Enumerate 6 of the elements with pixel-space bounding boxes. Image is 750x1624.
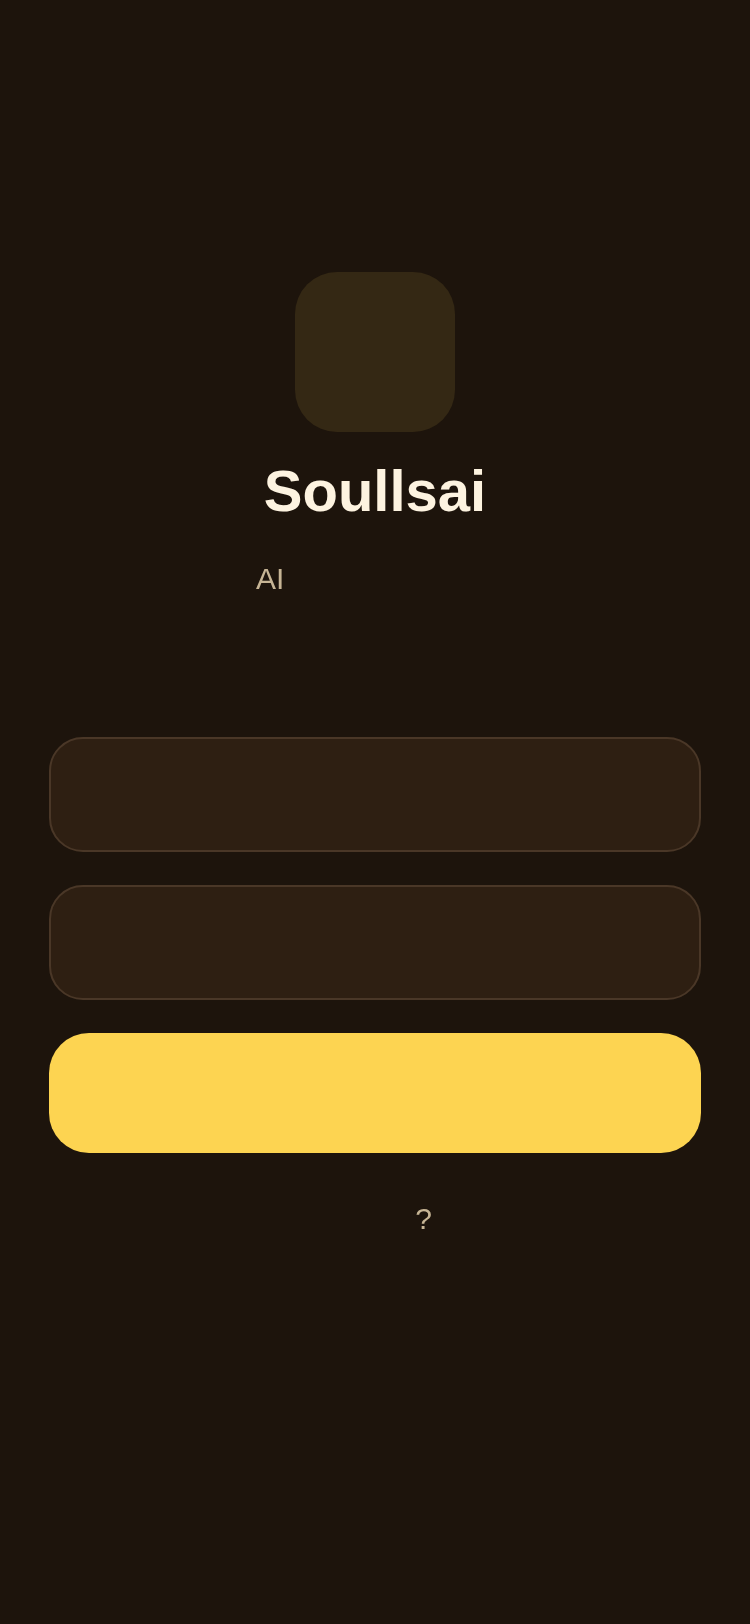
submit-button[interactable] [49, 1033, 701, 1153]
footer-link[interactable]: ? [415, 1201, 432, 1237]
app-title: Soullsai [263, 457, 487, 525]
app-subtitle: AI [256, 561, 285, 597]
input-field[interactable] [49, 885, 701, 1000]
input-field[interactable] [49, 737, 701, 852]
